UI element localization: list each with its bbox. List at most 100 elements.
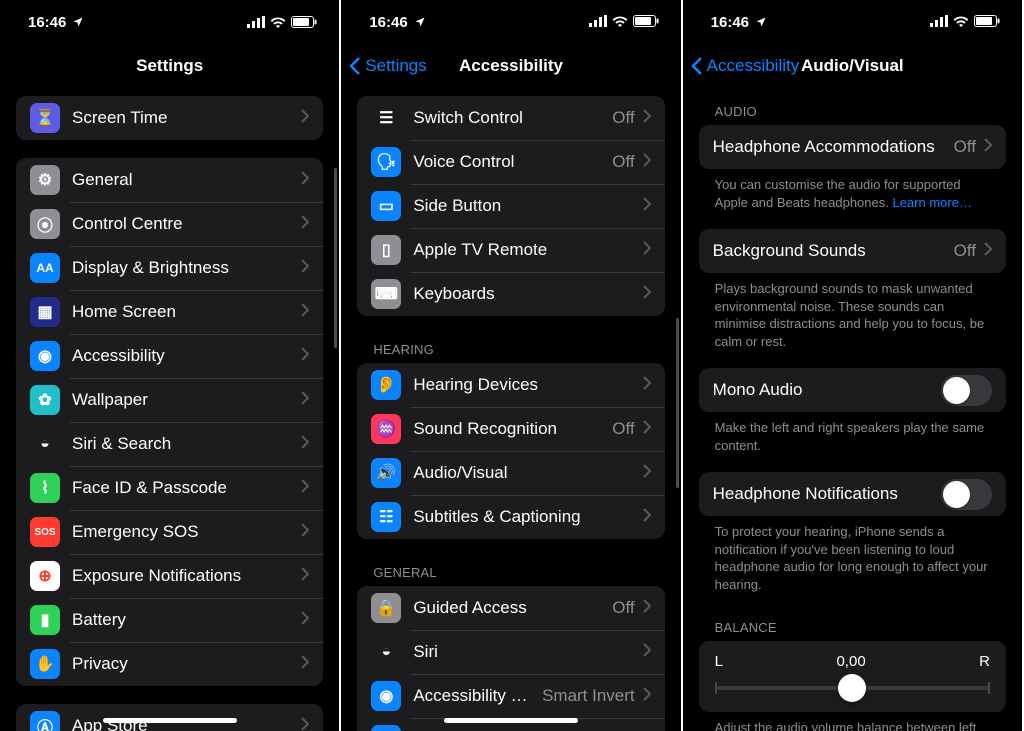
back-label: Accessibility (707, 56, 800, 76)
group-headphone-accom: Headphone Accommodations Off (699, 125, 1006, 169)
balance-slider[interactable] (715, 686, 990, 690)
row-background-sounds[interactable]: Background Sounds Off (699, 229, 1006, 273)
location-icon (755, 16, 767, 28)
section-header-balance: BALANCE (715, 620, 990, 635)
row-audio-visual[interactable]: 🔊Audio/Visual (357, 451, 664, 495)
chevron-icon (643, 109, 651, 128)
siri-icon: ◒ (371, 637, 401, 667)
row-label: Display & Brightness (72, 258, 293, 278)
wifi-icon (270, 16, 286, 28)
row-label: Exposure Notifications (72, 566, 293, 586)
row-battery[interactable]: ▮ Battery (16, 598, 323, 642)
row-keyboards[interactable]: ⌨Keyboards (357, 272, 664, 316)
footer-mono-audio: Make the left and right speakers play th… (715, 419, 990, 454)
accessibility-icon: ◉ (371, 681, 401, 711)
row-voice-control[interactable]: 🗣Voice ControlOff (357, 140, 664, 184)
group-screentime: ⏳ Screen Time (16, 96, 323, 140)
hand-icon: ✋ (30, 649, 60, 679)
row-label: Battery (72, 610, 293, 630)
cell-signal-icon (247, 16, 265, 28)
row-detail: Off (954, 241, 976, 261)
row-headphone-notifications: Headphone Notifications (699, 472, 1006, 516)
audio-visual-screen: 16:46 Accessibility Audio/Visual AUDIO H… (683, 0, 1024, 731)
row-control-centre[interactable]: ⦿Control Centre (16, 202, 323, 246)
row-label: Headphone Notifications (713, 484, 941, 504)
row-accessibility[interactable]: ◉Accessibility (16, 334, 323, 378)
chevron-icon (643, 464, 651, 483)
home-indicator[interactable] (103, 718, 237, 723)
appstore-icon: Ⓐ (30, 711, 60, 731)
nav-title: Audio/Visual (801, 56, 904, 76)
row-side-button[interactable]: ▭Side Button (357, 184, 664, 228)
balance-left-label: L (715, 653, 723, 670)
group-background-sounds: Background Sounds Off (699, 229, 1006, 273)
row-label: Guided Access (413, 598, 606, 618)
aa-icon: AA (30, 253, 60, 283)
row-siri-search[interactable]: ◒Siri & Search (16, 422, 323, 466)
row-label: Background Sounds (713, 241, 948, 261)
tv-remote-icon: ▯ (371, 235, 401, 265)
chevron-icon (643, 508, 651, 527)
group-mono-audio: Mono Audio (699, 368, 1006, 412)
per-app-icon: ▣ (371, 725, 401, 731)
row-label: Voice Control (413, 152, 606, 172)
back-button[interactable]: Settings (349, 44, 426, 88)
row-emergency-sos[interactable]: SOSEmergency SOS (16, 510, 323, 554)
row-privacy[interactable]: ✋ Privacy (16, 642, 323, 686)
row-general[interactable]: ⚙︎General (16, 158, 323, 202)
battery-icon: ▮ (30, 605, 60, 635)
balance-right-label: R (979, 653, 990, 670)
accessibility-icon: ◉ (30, 341, 60, 371)
row-guided-access[interactable]: 🔒Guided AccessOff (357, 586, 664, 630)
battery-icon (974, 14, 1000, 31)
grid-icon: ▦ (30, 297, 60, 327)
balance-control: L 0,00 R (699, 641, 1006, 712)
headphone-notif-switch[interactable] (941, 479, 992, 510)
row-hearing-devices[interactable]: 👂Hearing Devices (357, 363, 664, 407)
row-wallpaper[interactable]: ✿Wallpaper (16, 378, 323, 422)
mono-audio-switch[interactable] (941, 375, 992, 406)
section-header-hearing: HEARING (373, 342, 648, 357)
row-headphone-accommodations[interactable]: Headphone Accommodations Off (699, 125, 1006, 169)
switch-control-icon: ☰ (371, 103, 401, 133)
footer-headphone-accom: You can customise the audio for supporte… (715, 176, 990, 211)
row-home-screen[interactable]: ▦Home Screen (16, 290, 323, 334)
row-accessibility-shortcut[interactable]: ◉Accessibility ShortcutSmart Invert (357, 674, 664, 718)
nav-bar: Settings Accessibility (341, 44, 680, 88)
row-screen-time[interactable]: ⏳ Screen Time (16, 96, 323, 140)
row-label: Mono Audio (713, 380, 941, 400)
side-button-icon: ▭ (371, 191, 401, 221)
nav-title: Accessibility (459, 56, 563, 76)
row-mono-audio: Mono Audio (699, 368, 1006, 412)
row-display-brightness[interactable]: AA Display & Brightness (16, 246, 323, 290)
row-siri[interactable]: ◒Siri (357, 630, 664, 674)
row-sound-recognition[interactable]: ♒Sound RecognitionOff (357, 407, 664, 451)
chevron-icon (301, 109, 309, 128)
scrollbar[interactable] (676, 318, 679, 488)
row-face-id-passcode[interactable]: ⌇Face ID & Passcode (16, 466, 323, 510)
toggles-icon: ⦿ (30, 209, 60, 239)
hourglass-icon: ⏳ (30, 103, 60, 133)
home-indicator[interactable] (444, 718, 578, 723)
flower-icon: ✿ (30, 385, 60, 415)
row-apple-tv-remote[interactable]: ▯Apple TV Remote (357, 228, 664, 272)
nav-bar: Accessibility Audio/Visual (683, 44, 1022, 88)
learn-more-link[interactable]: Learn more… (892, 195, 971, 210)
chevron-icon (643, 241, 651, 260)
row-exposure-notifications[interactable]: ⊕Exposure Notifications (16, 554, 323, 598)
row-label: Privacy (72, 654, 293, 674)
group-physical-motor: ☰Switch ControlOff🗣Voice ControlOff▭Side… (357, 96, 664, 316)
chevron-icon (643, 599, 651, 618)
row-switch-control[interactable]: ☰Switch ControlOff (357, 96, 664, 140)
gear-icon: ⚙︎ (30, 165, 60, 195)
battery-icon (291, 16, 317, 28)
scrollbar[interactable] (334, 168, 337, 348)
row-label: Hearing Devices (413, 375, 634, 395)
group-headphone-notif: Headphone Notifications (699, 472, 1006, 516)
wifi-icon (612, 14, 628, 31)
slider-knob[interactable] (838, 674, 866, 702)
row-detail: Off (612, 419, 634, 439)
row-label: Audio/Visual (413, 463, 634, 483)
back-button[interactable]: Accessibility (691, 44, 800, 88)
row-subtitles-captioning[interactable]: ☷Subtitles & Captioning (357, 495, 664, 539)
